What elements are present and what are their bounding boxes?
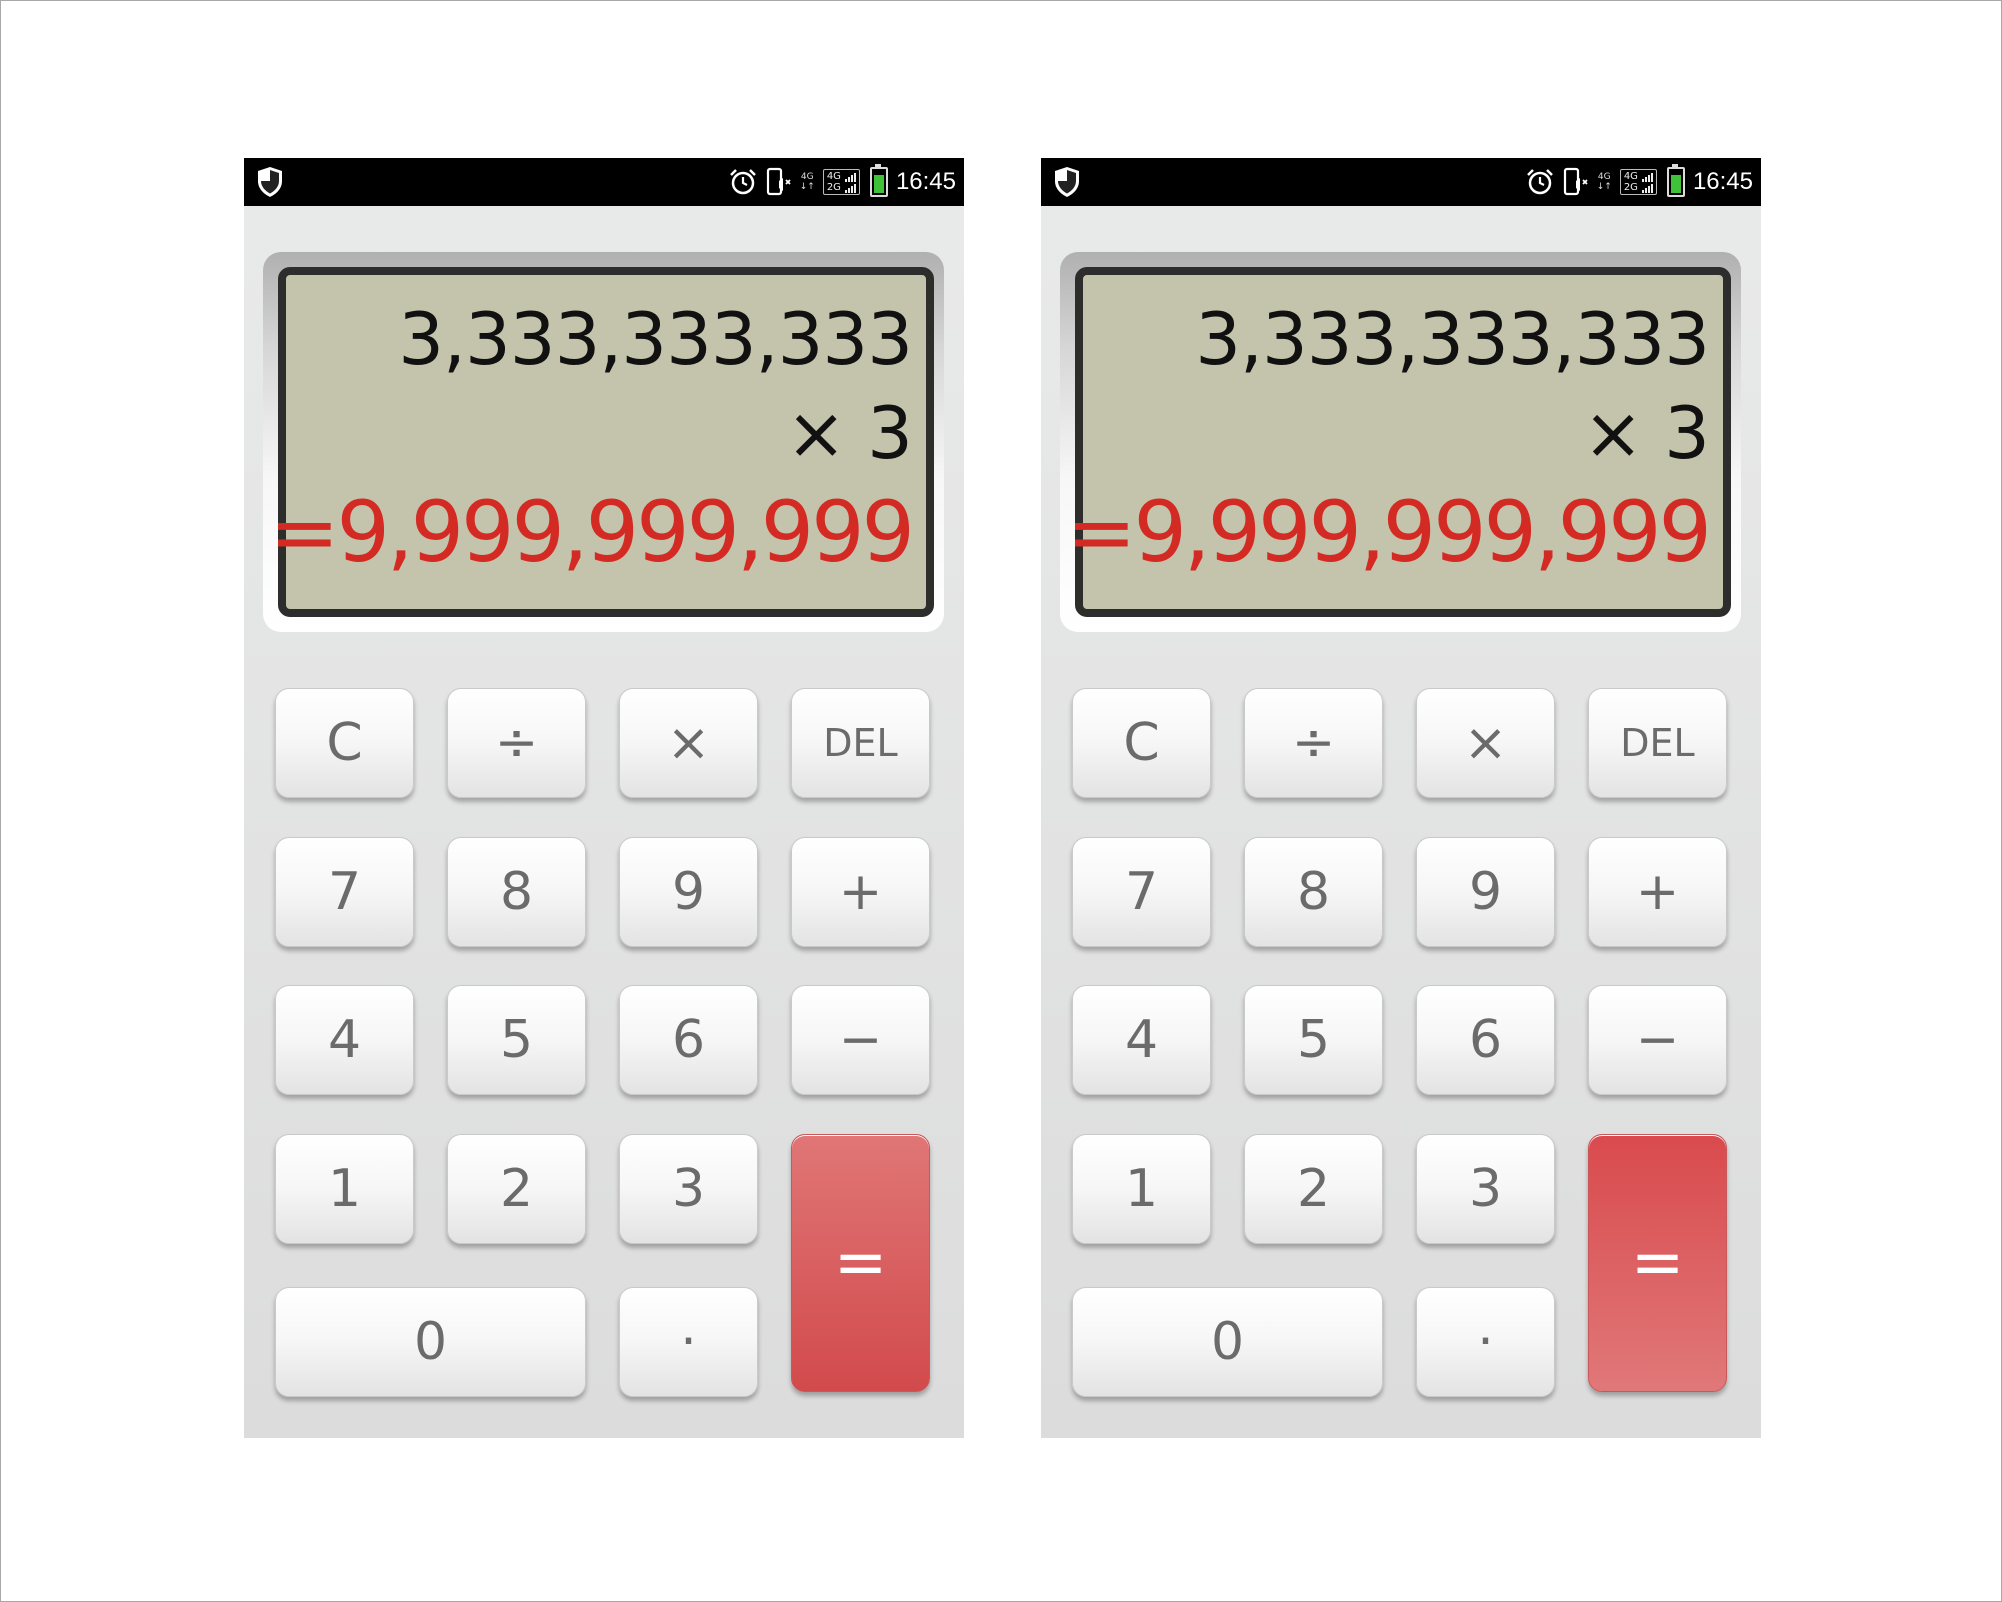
network-type-label: 4G [1597, 172, 1611, 182]
status-bar: 4G ↓↑ 4G 2G 16:45 [244, 158, 964, 206]
digit-6-button[interactable]: 6 [1416, 985, 1555, 1095]
lcd-display: 3,333,333,333 × 3 =9,999,999,999 [1066, 267, 1731, 617]
security-shield-icon [258, 167, 282, 197]
digit-4-button[interactable]: 4 [1072, 985, 1211, 1095]
digit-3-button[interactable]: 3 [619, 1134, 758, 1244]
signal-strength-icon: 4G 2G [822, 169, 860, 195]
battery-icon [1666, 164, 1685, 197]
decimal-point-button[interactable]: · [619, 1287, 758, 1397]
signal-2g-label: 2G [826, 182, 841, 193]
phone-screen-right: 4G ↓↑ 4G 2G 16:45 3,333,333,333 × 3 =9,9… [1041, 158, 1761, 1438]
operation-line: × 3 [785, 391, 913, 475]
lcd-display: 3,333,333,333 × 3 =9,999,999,999 [269, 267, 934, 617]
digit-8-button[interactable]: 8 [447, 837, 586, 947]
signal-strength-icon: 4G 2G [1619, 169, 1657, 195]
digit-0-button[interactable]: 0 [275, 1287, 586, 1397]
battery-icon [869, 164, 888, 197]
data-arrows: ↓↑ [1596, 182, 1612, 192]
minus-button[interactable]: − [791, 985, 930, 1095]
phone-silent-icon [766, 167, 791, 196]
clear-button[interactable]: C [275, 688, 414, 798]
alarm-clock-icon [1526, 169, 1553, 195]
digit-2-button[interactable]: 2 [1244, 1134, 1383, 1244]
data-arrows: ↓↑ [799, 182, 815, 192]
status-icons: 4G ↓↑ 4G 2G 16:45 [1525, 158, 1753, 206]
digit-4-button[interactable]: 4 [275, 985, 414, 1095]
status-icons: 4G ↓↑ 4G 2G 16:45 [728, 158, 956, 206]
digit-9-button[interactable]: 9 [1416, 837, 1555, 947]
result-line: =9,999,999,999 [269, 483, 915, 581]
phone-screen-left: 4G ↓↑ 4G 2G 16:45 3,333,333,333 × 3 =9,9… [244, 158, 964, 1438]
result-line: =9,999,999,999 [1066, 483, 1712, 581]
status-bar: 4G ↓↑ 4G 2G 16:45 [1041, 158, 1761, 206]
display-bezel: 3,333,333,333 × 3 =9,999,999,999 [1060, 252, 1741, 632]
divide-button[interactable]: ÷ [447, 688, 586, 798]
security-shield-icon [1055, 167, 1079, 197]
digit-7-button[interactable]: 7 [275, 837, 414, 947]
network-activity-icon: 4G ↓↑ [800, 172, 815, 192]
digit-8-button[interactable]: 8 [1244, 837, 1383, 947]
delete-button[interactable]: DEL [1588, 688, 1727, 798]
digit-1-button[interactable]: 1 [1072, 1134, 1211, 1244]
digit-2-button[interactable]: 2 [447, 1134, 586, 1244]
network-type-label: 4G [800, 172, 814, 182]
alarm-clock-icon [729, 169, 756, 195]
delete-button[interactable]: DEL [791, 688, 930, 798]
divide-button[interactable]: ÷ [1244, 688, 1383, 798]
digit-5-button[interactable]: 5 [447, 985, 586, 1095]
digit-1-button[interactable]: 1 [275, 1134, 414, 1244]
status-time: 16:45 [895, 168, 956, 195]
digit-0-button[interactable]: 0 [1072, 1287, 1383, 1397]
signal-4g-label: 4G [1623, 171, 1638, 182]
phone-silent-icon [1563, 167, 1588, 196]
digit-9-button[interactable]: 9 [619, 837, 758, 947]
operand-line: 3,333,333,333 [1195, 297, 1710, 381]
multiply-button[interactable]: × [1416, 688, 1555, 798]
digit-6-button[interactable]: 6 [619, 985, 758, 1095]
digit-5-button[interactable]: 5 [1244, 985, 1383, 1095]
operation-line: × 3 [1582, 391, 1710, 475]
display-bezel: 3,333,333,333 × 3 =9,999,999,999 [263, 252, 944, 632]
status-time: 16:45 [1692, 168, 1753, 195]
multiply-button[interactable]: × [619, 688, 758, 798]
signal-4g-label: 4G [826, 171, 841, 182]
network-activity-icon: 4G ↓↑ [1597, 172, 1612, 192]
digit-7-button[interactable]: 7 [1072, 837, 1211, 947]
equals-button[interactable]: = [1588, 1134, 1727, 1392]
decimal-point-button[interactable]: · [1416, 1287, 1555, 1397]
plus-button[interactable]: + [1588, 837, 1727, 947]
minus-button[interactable]: − [1588, 985, 1727, 1095]
equals-button[interactable]: = [791, 1134, 930, 1392]
plus-button[interactable]: + [791, 837, 930, 947]
operand-line: 3,333,333,333 [398, 297, 913, 381]
digit-3-button[interactable]: 3 [1416, 1134, 1555, 1244]
clear-button[interactable]: C [1072, 688, 1211, 798]
signal-2g-label: 2G [1623, 182, 1638, 193]
